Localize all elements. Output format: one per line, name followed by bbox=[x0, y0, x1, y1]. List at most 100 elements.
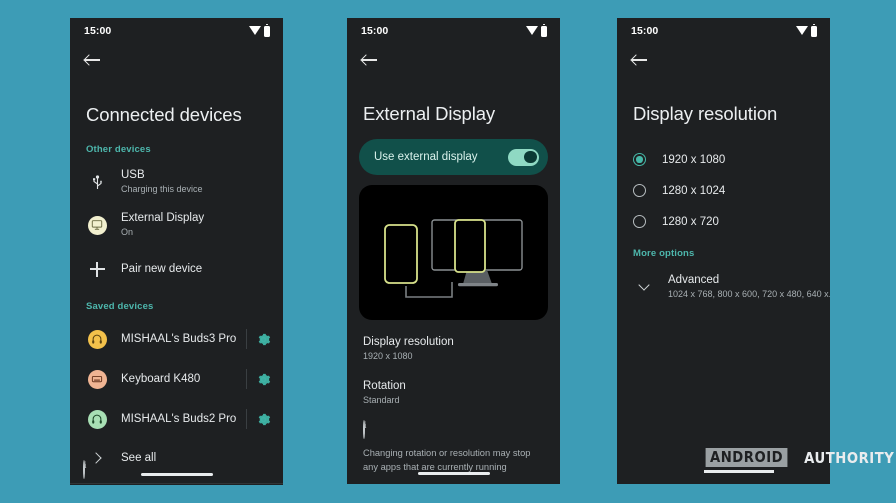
advanced-title: Advanced bbox=[668, 274, 720, 286]
list-item-text: Advanced 1024 x 768, 800 x 600, 720 x 48… bbox=[668, 273, 830, 301]
home-indicator[interactable] bbox=[140, 473, 213, 476]
buds3-avatar bbox=[86, 329, 108, 349]
usb-icon bbox=[86, 174, 108, 190]
row-divider bbox=[246, 369, 247, 389]
note-block: Changing rotation or resolution may stop… bbox=[347, 447, 560, 474]
phone-screen-external-display: 15:00 External Display Use external disp… bbox=[347, 18, 560, 484]
info-icon[interactable] bbox=[83, 460, 85, 479]
gear-icon[interactable] bbox=[256, 412, 271, 427]
status-icon-group bbox=[249, 23, 270, 37]
row-trailing bbox=[240, 409, 271, 429]
setting-value: Standard bbox=[363, 395, 400, 405]
status-bar: 15:00 bbox=[347, 18, 560, 44]
watermark-android: ANDROID bbox=[705, 448, 788, 467]
setting-value: 1920 x 1080 bbox=[363, 351, 413, 361]
external-display-avatar bbox=[86, 215, 108, 235]
back-row bbox=[70, 44, 283, 76]
radio-option-1280x720[interactable]: 1280 x 720 bbox=[617, 206, 830, 237]
gear-icon[interactable] bbox=[256, 332, 271, 347]
headphones-icon bbox=[87, 409, 107, 429]
screenshot-stage: 15:00 Connected devices Other devices US… bbox=[0, 0, 896, 503]
external-display-icon bbox=[87, 215, 107, 235]
section-header-saved-devices: Saved devices bbox=[86, 301, 154, 312]
chevron-right-icon bbox=[86, 452, 108, 464]
back-arrow-icon[interactable] bbox=[361, 51, 379, 69]
note-text: Changing rotation or resolution may stop… bbox=[363, 448, 531, 472]
list-item-text: MISHAAL's Buds2 Pro bbox=[121, 412, 240, 427]
toggle-switch[interactable] bbox=[508, 148, 539, 166]
list-item-title: MISHAAL's Buds2 Pro bbox=[121, 412, 237, 425]
info-icon bbox=[363, 420, 365, 439]
keyboard-avatar bbox=[86, 369, 108, 389]
note-icon-wrap bbox=[347, 420, 560, 439]
page-title: Display resolution bbox=[633, 103, 778, 124]
battery-icon bbox=[811, 23, 817, 37]
list-item-buds2-pro[interactable]: MISHAAL's Buds2 Pro bbox=[70, 401, 283, 437]
home-indicator[interactable] bbox=[417, 472, 490, 475]
status-clock: 15:00 bbox=[84, 25, 112, 37]
setting-rotation[interactable]: Rotation Standard bbox=[347, 378, 560, 407]
list-item-pair-new-device[interactable]: Pair new device bbox=[70, 251, 283, 287]
plus-icon bbox=[86, 261, 108, 277]
keyboard-icon bbox=[87, 369, 107, 389]
back-arrow-icon[interactable] bbox=[631, 51, 649, 69]
setting-title: Display resolution bbox=[363, 336, 454, 348]
list-item-title: USB bbox=[121, 169, 145, 181]
status-clock: 15:00 bbox=[361, 25, 389, 37]
list-item-advanced[interactable]: Advanced 1024 x 768, 800 x 600, 720 x 48… bbox=[617, 269, 830, 305]
page-title: Connected devices bbox=[86, 104, 242, 125]
list-item-text: See all bbox=[121, 451, 271, 466]
list-item-title: External Display bbox=[121, 212, 205, 224]
back-row bbox=[347, 44, 560, 76]
headphones-icon bbox=[87, 329, 107, 349]
row-divider bbox=[246, 329, 247, 349]
radio-button[interactable] bbox=[633, 184, 646, 197]
setting-title: Rotation bbox=[363, 380, 406, 392]
row-trailing bbox=[240, 329, 271, 349]
list-item-text: MISHAAL's Buds3 Pro bbox=[121, 332, 240, 347]
row-trailing bbox=[240, 369, 271, 389]
list-item-title: See all bbox=[121, 451, 157, 464]
use-external-display-toggle[interactable]: Use external display bbox=[359, 139, 548, 175]
radio-button-selected[interactable] bbox=[633, 153, 646, 166]
status-icon-group bbox=[796, 23, 817, 37]
list-item-text: Pair new device bbox=[121, 262, 271, 277]
list-item-usb[interactable]: USB Charging this device bbox=[70, 164, 283, 200]
watermark: ANDROID AUTHORITY bbox=[700, 448, 896, 473]
page-title: External Display bbox=[363, 103, 496, 124]
list-item-see-all[interactable]: See all bbox=[70, 440, 283, 476]
row-divider bbox=[246, 409, 247, 429]
section-header-more-options: More options bbox=[633, 248, 695, 259]
list-item-subtitle: On bbox=[121, 227, 134, 237]
wifi-icon bbox=[526, 25, 538, 35]
advanced-subtitle: 1024 x 768, 800 x 600, 720 x 480, 640 x.… bbox=[668, 289, 830, 299]
status-bar: 15:00 bbox=[617, 18, 830, 44]
list-item-external-display[interactable]: External Display On bbox=[70, 207, 283, 243]
list-item-title: MISHAAL's Buds3 Pro bbox=[121, 332, 237, 345]
list-item-keyboard-k480[interactable]: Keyboard K480 bbox=[70, 361, 283, 397]
radio-option-1920x1080[interactable]: 1920 x 1080 bbox=[617, 144, 830, 175]
radio-button[interactable] bbox=[633, 215, 646, 228]
battery-icon bbox=[541, 23, 547, 37]
toggle-label: Use external display bbox=[374, 151, 478, 163]
battery-icon bbox=[264, 23, 270, 37]
gear-icon[interactable] bbox=[256, 372, 271, 387]
chevron-down-icon[interactable] bbox=[633, 279, 655, 291]
phone-screen-connected-devices: 15:00 Connected devices Other devices US… bbox=[70, 18, 283, 485]
setting-display-resolution[interactable]: Display resolution 1920 x 1080 bbox=[347, 334, 560, 363]
wifi-icon bbox=[249, 25, 261, 35]
back-arrow-icon[interactable] bbox=[84, 51, 102, 69]
section-header-other-devices: Other devices bbox=[86, 144, 151, 155]
list-item-text: External Display On bbox=[121, 211, 271, 239]
watermark-underline bbox=[704, 470, 774, 473]
list-item-buds3-pro[interactable]: MISHAAL's Buds3 Pro bbox=[70, 321, 283, 357]
status-clock: 15:00 bbox=[631, 25, 659, 37]
radio-option-1280x1024[interactable]: 1280 x 1024 bbox=[617, 175, 830, 206]
list-item-subtitle: Charging this device bbox=[121, 184, 203, 194]
list-item-title: Keyboard K480 bbox=[121, 372, 201, 385]
buds2-avatar bbox=[86, 409, 108, 429]
radio-label: 1280 x 720 bbox=[662, 215, 719, 228]
watermark-authority: AUTHORITY bbox=[804, 448, 895, 467]
external-display-illustration bbox=[359, 185, 548, 320]
back-row bbox=[617, 44, 830, 76]
